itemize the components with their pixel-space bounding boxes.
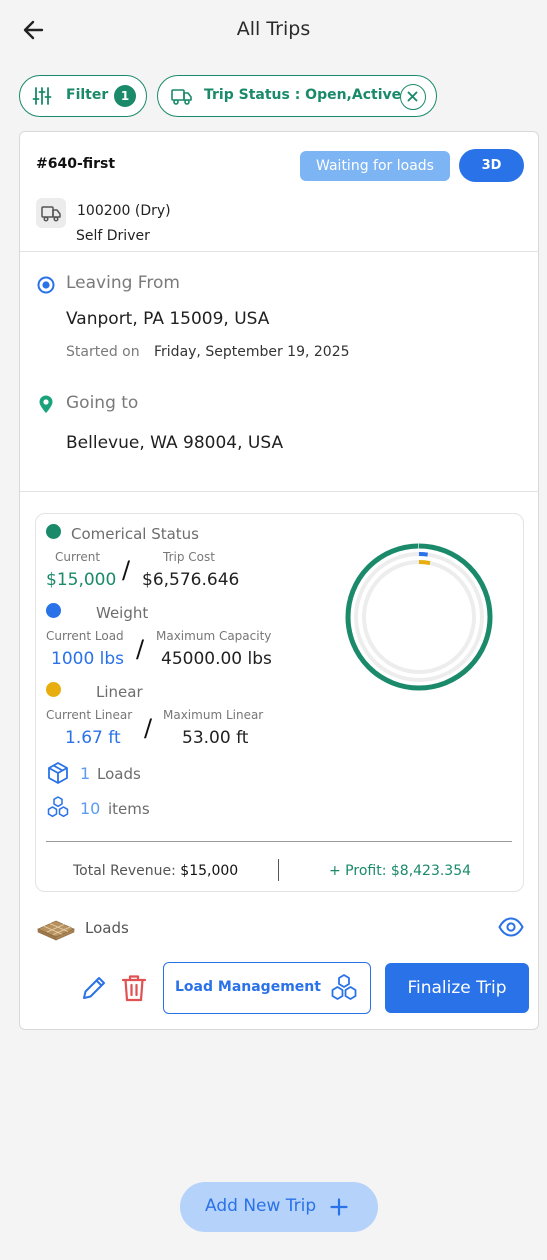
truck-icon [171, 89, 192, 105]
origin-address: Vanport, PA 15009, USA [66, 309, 270, 329]
origin-radio-icon [37, 276, 55, 294]
loads-count: 1 [80, 764, 91, 783]
commercial-current-value: $15,000 [46, 570, 117, 590]
destination-address: Bellevue, WA 98004, USA [66, 433, 284, 453]
trip-cost-label: Trip Cost [163, 550, 215, 564]
app-header: All Trips [0, 0, 547, 60]
sliders-icon [32, 87, 52, 105]
truck-icon [41, 206, 61, 222]
current-linear-label: Current Linear [46, 708, 133, 722]
commercial-status-dot [46, 524, 61, 539]
view-3d-button[interactable]: 3D [459, 149, 524, 182]
commercial-ring-arc [345, 543, 493, 691]
total-revenue-label: Total Revenue: [73, 863, 176, 879]
trip-stats-panel: Comerical Status Current $15,000 / Trip … [35, 513, 524, 892]
weight-title: Weight [96, 604, 149, 622]
divider [20, 251, 538, 252]
origin-label: Leaving From [66, 273, 180, 293]
trip-status-label: Trip Status : Open,Active [204, 87, 402, 103]
trip-status-chip[interactable]: Trip Status : Open,Active [157, 75, 437, 117]
max-linear-label: Maximum Linear [163, 708, 264, 722]
pallet-loads-icon [37, 920, 75, 941]
trip-id: #640-first [36, 156, 116, 172]
items-count: 10 [80, 799, 101, 818]
filter-button[interactable]: Filter 1 [19, 75, 147, 117]
add-new-trip-label: Add New Trip [205, 1196, 317, 1216]
linear-ring-track [362, 560, 476, 674]
filter-label: Filter [66, 87, 109, 103]
load-management-label: Load Management [175, 979, 321, 995]
max-capacity-label: Maximum Capacity [156, 629, 272, 643]
separator-slash: / [122, 556, 131, 584]
trash-icon[interactable] [120, 973, 148, 1003]
vehicle-icon-box [36, 198, 66, 228]
trip-cost-value: $6,576.646 [142, 570, 240, 590]
plus-icon [330, 1198, 348, 1216]
map-pin-icon [39, 395, 53, 413]
capacity-donut-chart [345, 543, 493, 691]
eye-icon[interactable] [498, 917, 524, 937]
vehicle-name: 100200 (Dry) [77, 203, 171, 219]
separator-slash: / [136, 635, 145, 663]
load-management-button[interactable]: Load Management [163, 962, 371, 1014]
boxes-icon [47, 796, 69, 818]
profit-label: + Profit: [329, 863, 387, 879]
weight-dot [46, 603, 61, 618]
boxes-icon [331, 974, 357, 1000]
linear-title: Linear [96, 683, 143, 701]
loads-section-label: Loads [85, 919, 129, 937]
profit: + Profit: $8,423.354 [329, 863, 471, 879]
clear-status-filter-button[interactable] [400, 84, 426, 110]
stats-divider [46, 841, 512, 842]
loads-count-label: Loads [97, 765, 141, 783]
revenue-separator [278, 859, 279, 881]
edit-pencil-icon[interactable] [79, 973, 109, 1003]
total-revenue-value: $15,000 [180, 863, 239, 879]
items-count-label: items [108, 800, 150, 818]
filter-count-badge: 1 [114, 85, 136, 107]
profit-value: $8,423.354 [390, 863, 472, 879]
trip-card[interactable]: #640-first Waiting for loads 3D 100200 (… [19, 131, 539, 1030]
linear-dot [46, 682, 61, 697]
max-linear-value: 53.00 ft [182, 728, 249, 748]
add-new-trip-button[interactable]: Add New Trip [180, 1182, 378, 1232]
started-label: Started on [66, 344, 140, 360]
driver-name: Self Driver [76, 228, 150, 244]
box-icon [48, 762, 68, 784]
weight-ring-track [354, 552, 484, 682]
commercial-status-title: Comerical Status [71, 525, 199, 543]
current-linear-value: 1.67 ft [65, 728, 121, 748]
status-badge: Waiting for loads [300, 151, 450, 181]
page-title: All Trips [236, 18, 311, 40]
finalize-trip-button[interactable]: Finalize Trip [385, 963, 529, 1013]
current-load-label: Current Load [46, 629, 124, 643]
divider [20, 491, 538, 492]
total-revenue: Total Revenue: $15,000 [73, 863, 238, 879]
commercial-current-label: Current [55, 550, 101, 564]
started-date: Friday, September 19, 2025 [154, 344, 350, 360]
separator-slash: / [144, 714, 153, 742]
destination-label: Going to [66, 393, 139, 413]
current-load-value: 1000 lbs [51, 649, 125, 669]
close-icon [407, 91, 418, 102]
max-capacity-value: 45000.00 lbs [161, 649, 272, 669]
